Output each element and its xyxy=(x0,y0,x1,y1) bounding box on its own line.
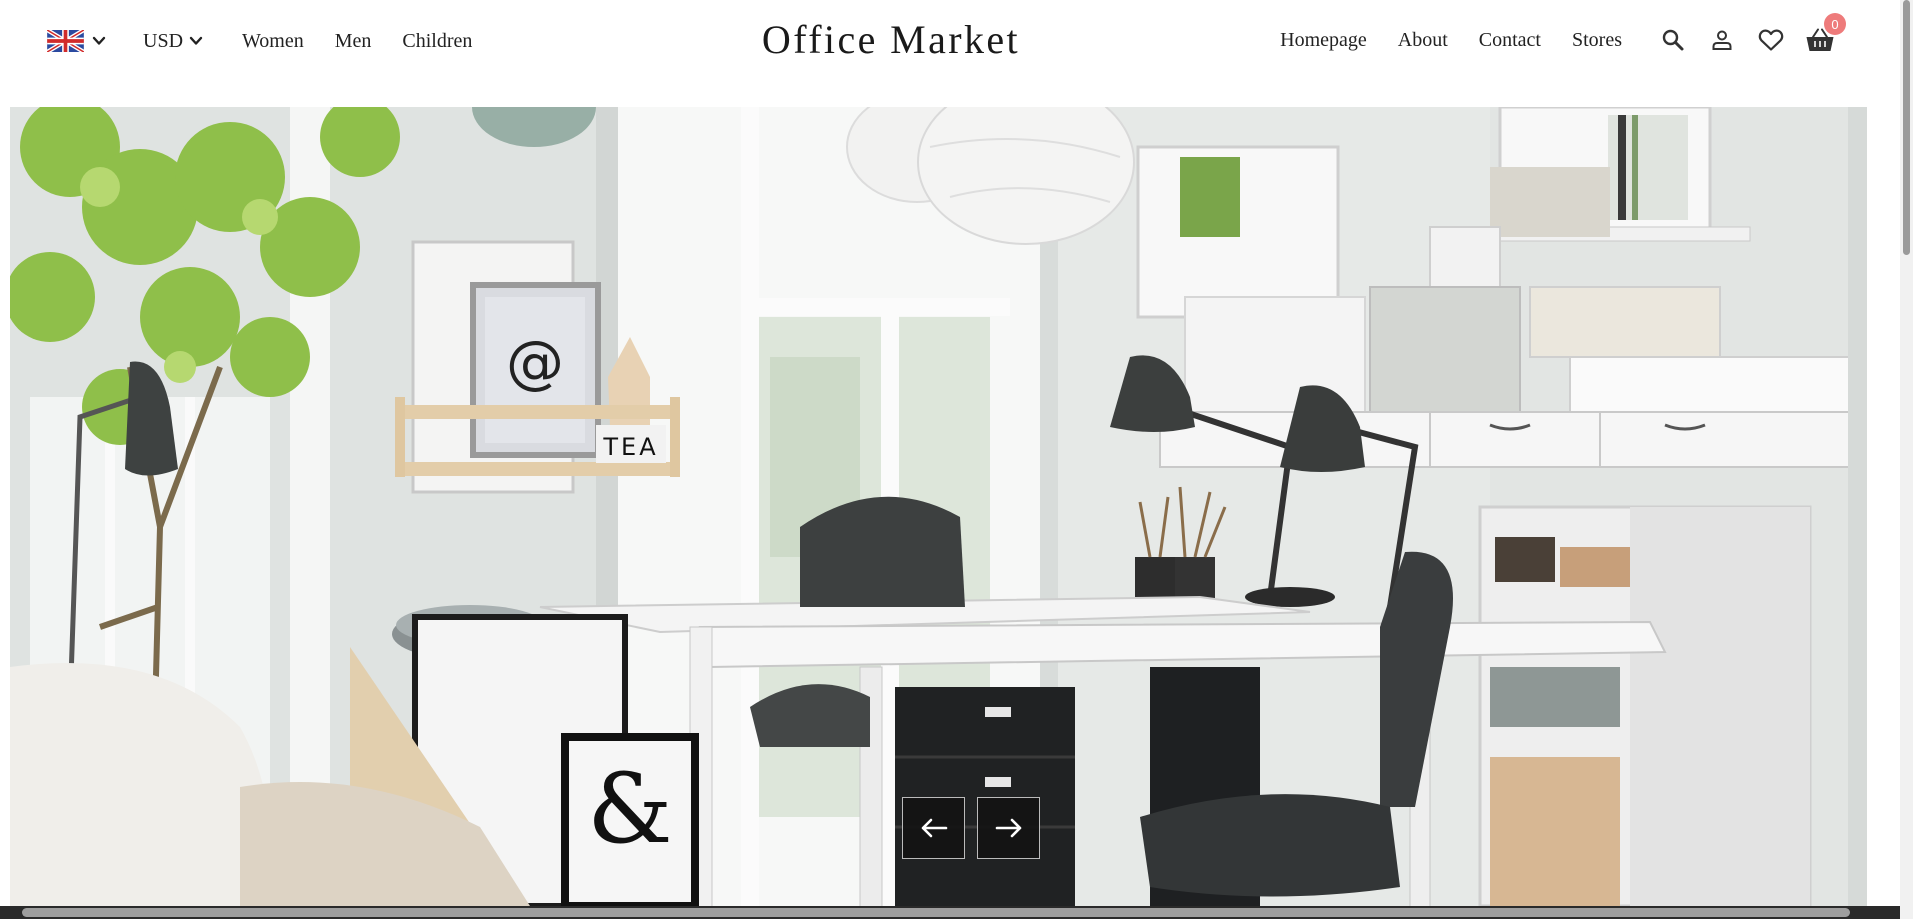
cart-count-badge: 0 xyxy=(1824,13,1846,35)
user-icon xyxy=(1712,30,1732,50)
nav-link-about[interactable]: About xyxy=(1398,29,1448,52)
heart-icon xyxy=(1758,29,1784,51)
site-header: USD Women Men Children Office Market Hom… xyxy=(0,0,1900,106)
cart-button[interactable]: 0 xyxy=(1805,13,1846,55)
horizontal-scrollbar[interactable] xyxy=(0,906,1900,919)
arrow-left-icon xyxy=(921,818,947,838)
hero-slider: @ TEA & xyxy=(10,107,1867,906)
nav-link-stores[interactable]: Stores xyxy=(1572,29,1622,52)
account-button[interactable] xyxy=(1707,25,1737,55)
frame-letter-ampersand: & xyxy=(587,753,672,865)
search-icon xyxy=(1662,29,1684,51)
nav-link-homepage[interactable]: Homepage xyxy=(1280,29,1367,52)
vertical-scrollbar[interactable] xyxy=(1900,0,1913,919)
hero-image: @ TEA & xyxy=(10,107,1867,906)
arrow-right-icon xyxy=(995,818,1021,838)
wishlist-button[interactable] xyxy=(1756,25,1786,55)
slider-prev-button[interactable] xyxy=(902,797,965,859)
frame-letter-at: @ xyxy=(506,328,564,396)
vertical-scrollbar-thumb[interactable] xyxy=(1903,0,1910,255)
header-right: Homepage About Contact Stores 0 xyxy=(1249,13,1846,60)
slider-next-button[interactable] xyxy=(977,797,1040,859)
search-button[interactable] xyxy=(1658,25,1688,55)
main-nav: Homepage About Contact Stores xyxy=(1249,29,1622,52)
nav-link-contact[interactable]: Contact xyxy=(1479,29,1541,52)
frame-text-tea: TEA xyxy=(602,433,658,461)
horizontal-scrollbar-thumb[interactable] xyxy=(22,908,1850,917)
header-icons: 0 xyxy=(1647,13,1846,55)
